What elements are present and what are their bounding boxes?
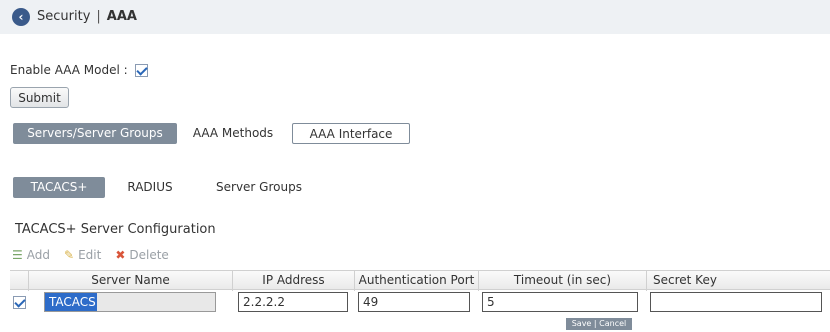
tab-aaa-methods[interactable]: AAA Methods — [187, 123, 279, 144]
submit-button[interactable]: Submit — [10, 87, 69, 108]
table-row[interactable] — [10, 290, 830, 314]
server-name-input[interactable] — [44, 292, 216, 312]
add-label: Add — [26, 248, 50, 262]
column-authentication-port[interactable]: Authentication Port — [354, 271, 478, 291]
page-title: AAA — [106, 9, 137, 24]
toolbar: ☰ Add ✎ Edit ✖ Delete — [12, 248, 183, 262]
breadcrumb-security[interactable]: Security — [37, 9, 90, 24]
enable-aaa-row: Enable AAA Model : — [10, 63, 148, 77]
enable-aaa-checkbox[interactable] — [134, 63, 148, 77]
delete-label: Delete — [129, 248, 169, 262]
secret-key-input[interactable] — [650, 292, 822, 312]
delete-button[interactable]: ✖ Delete — [115, 248, 169, 262]
add-icon: ☰ — [12, 248, 23, 262]
breadcrumb-separator: | — [96, 9, 101, 24]
auth-port-cell — [354, 290, 478, 314]
column-timeout[interactable]: Timeout (in sec) — [478, 271, 646, 291]
row-select-cell — [10, 290, 28, 314]
row-checkbox[interactable] — [12, 295, 26, 309]
server-name-cell — [28, 290, 232, 314]
column-server-name[interactable]: Server Name — [28, 271, 232, 291]
save-button[interactable]: Save — [572, 319, 592, 328]
ip-address-input[interactable] — [238, 292, 348, 312]
timeout-cell — [478, 290, 646, 314]
tab-servers-server-groups[interactable]: Servers/Server Groups — [13, 123, 177, 144]
action-separator: | — [593, 319, 597, 328]
title-bar: ‹ Security | AAA — [0, 0, 830, 34]
table-header: Server Name IP Address Authentication Po… — [10, 270, 830, 291]
delete-x-icon: ✖ — [115, 248, 126, 262]
tab-server-groups[interactable]: Server Groups — [204, 177, 314, 198]
select-column-header — [10, 271, 28, 291]
tab-tacacs[interactable]: TACACS+ — [13, 177, 105, 198]
server-table: Server Name IP Address Authentication Po… — [10, 270, 830, 314]
edit-button[interactable]: ✎ Edit — [64, 248, 101, 262]
add-button[interactable]: ☰ Add — [12, 248, 50, 262]
column-secret-key[interactable]: Secret Key — [646, 271, 830, 291]
tab-aaa-interface[interactable]: AAA Interface — [292, 123, 410, 144]
pencil-icon: ✎ — [64, 248, 75, 262]
back-arrow-icon[interactable]: ‹ — [12, 8, 30, 26]
section-title: TACACS+ Server Configuration — [15, 222, 216, 237]
auth-port-input[interactable] — [358, 292, 470, 312]
secret-key-cell — [646, 290, 830, 314]
enable-aaa-label: Enable AAA Model : — [10, 63, 128, 77]
edit-label: Edit — [78, 248, 102, 262]
ip-address-cell — [232, 290, 354, 314]
row-action-bar: Save | Cancel — [566, 318, 632, 330]
cancel-button[interactable]: Cancel — [599, 319, 626, 328]
tab-radius[interactable]: RADIUS — [118, 177, 182, 198]
column-ip-address[interactable]: IP Address — [232, 271, 354, 291]
timeout-input[interactable] — [482, 292, 638, 312]
breadcrumb: Security | AAA — [37, 9, 137, 24]
